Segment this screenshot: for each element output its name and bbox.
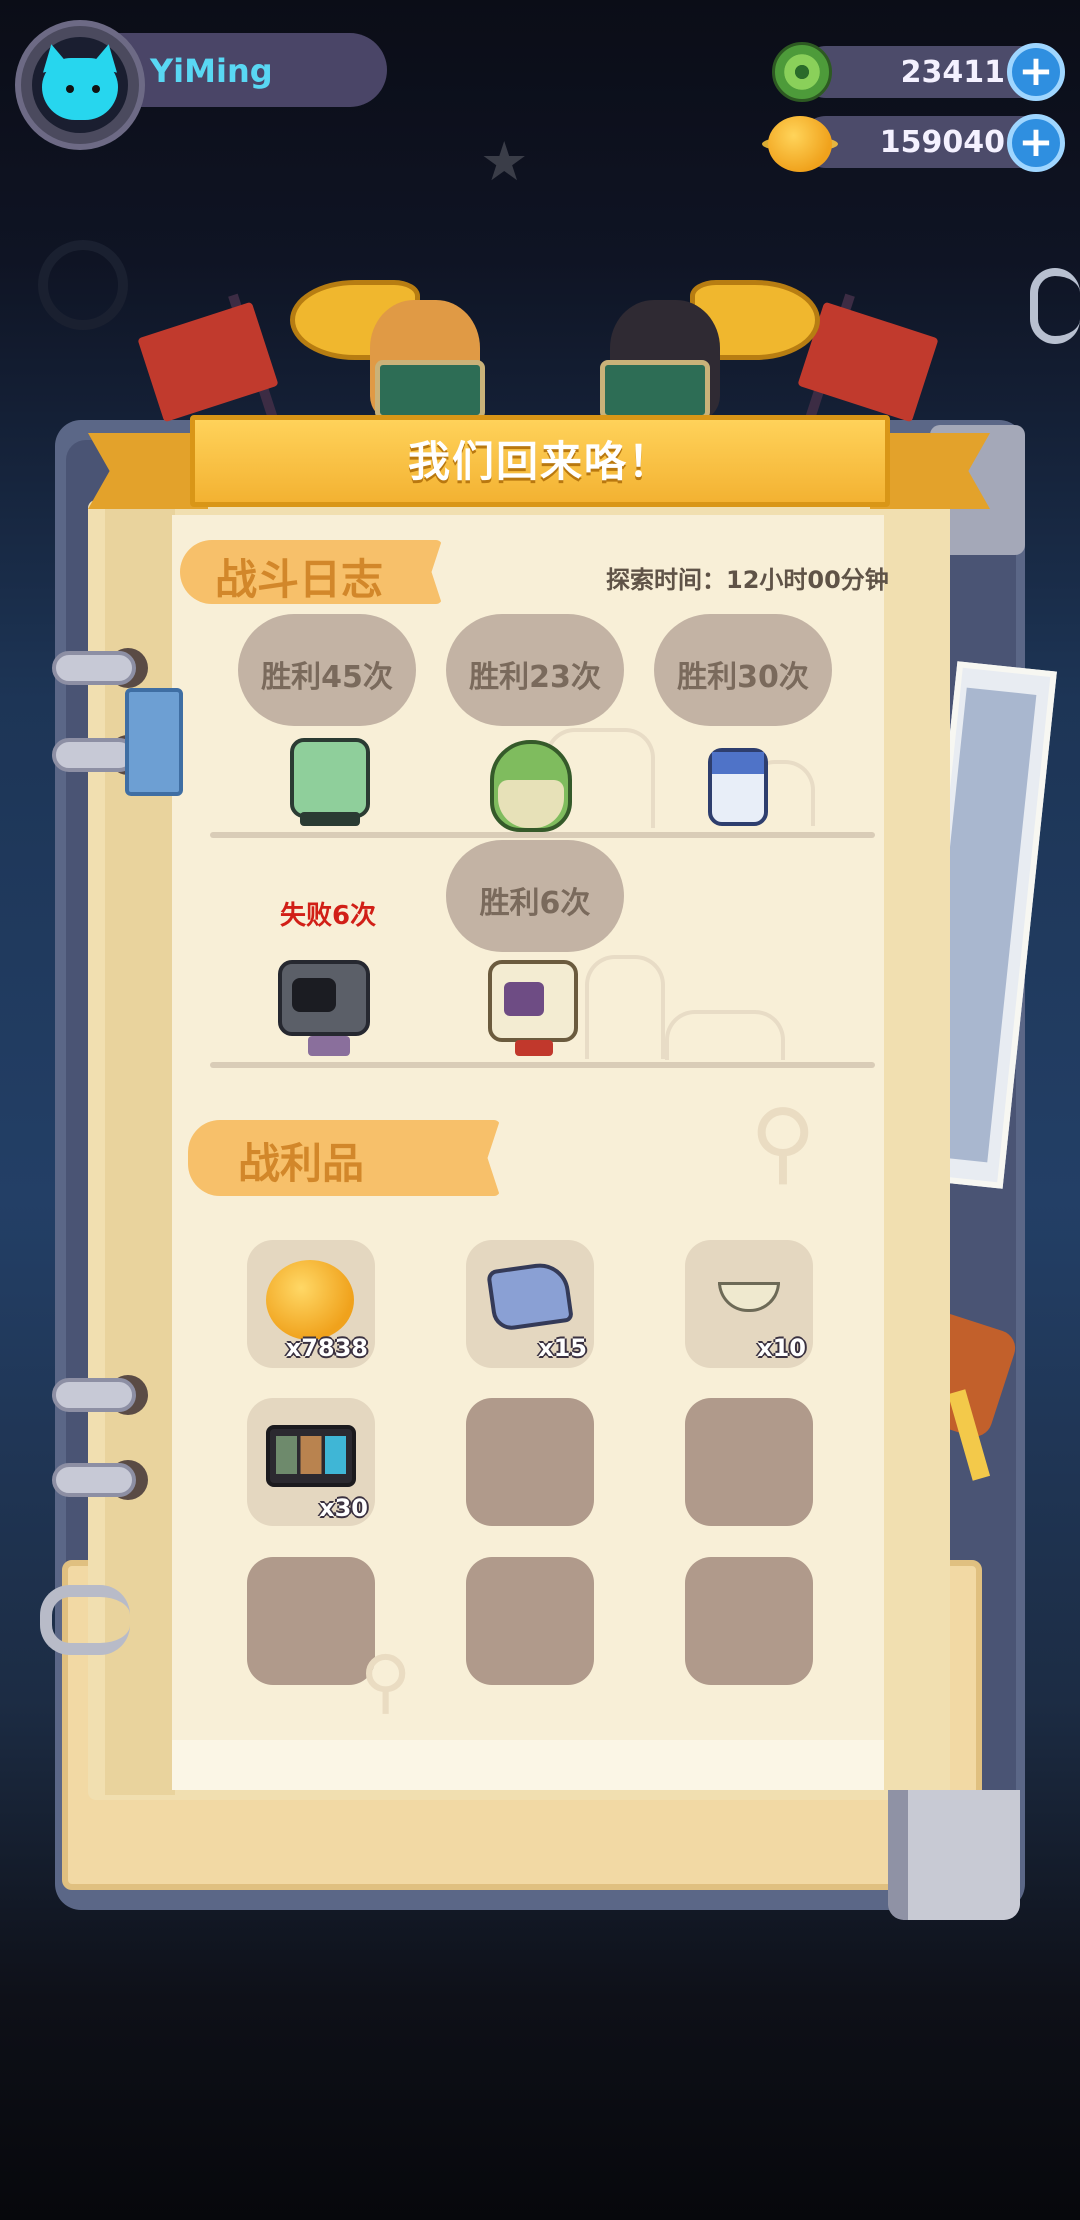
avatar-eye-left [66,85,74,93]
empty-loot-slot [247,1557,375,1685]
gem-icon [772,42,832,102]
binder-ring [52,651,136,685]
explore-time: 探索时间：12小时00分钟 [606,566,889,594]
lose-result-text: 失败6次 [280,901,377,931]
result-text: 胜利30次 [677,660,809,695]
background-bottom-nav [40,2160,1040,2200]
avatar-eye-right [92,85,100,93]
add-gem-button[interactable]: + [1007,43,1065,101]
tv-screen [504,982,544,1016]
loot-qty: x10 [757,1334,806,1362]
star-icon: ★ [480,130,529,193]
loot-qty: x30 [319,1494,368,1522]
loot-qty: x15 [538,1334,587,1362]
result-text: 胜利6次 [479,886,591,921]
cat-avatar-icon [42,58,118,120]
flag-left-icon [137,301,279,423]
background-gear-icon [38,240,128,330]
carton-stripe [712,752,764,774]
binder-ring [52,1378,136,1412]
binder-ring [52,1463,136,1497]
shelf-bush [585,955,665,1059]
paper-clip-icon [40,1585,130,1655]
fish-bone-decoration-icon: ⚲ [360,1640,412,1722]
camera-lens [292,978,336,1012]
empty-loot-slot [466,1557,594,1685]
coin-value: 159040 [879,125,1005,160]
tv-feet [515,1040,553,1056]
side-hook-icon[interactable] [1030,268,1080,344]
monster-feet [300,812,360,826]
loot-title: 战利品 [238,1139,365,1188]
result-text: 胜利23次 [469,660,601,695]
green-robot-monster-icon[interactable] [290,738,370,818]
shelf-bush [665,1010,785,1060]
drum-right-icon [600,360,710,420]
empty-loot-slot [466,1398,594,1526]
banner-title: 我们回来咯！ [407,437,672,486]
drum-left-icon [375,360,485,420]
shelf-line [210,832,875,838]
photo-card-thumbs [276,1436,346,1474]
add-coin-button[interactable]: + [1007,114,1065,172]
binder-clip-icon [125,688,183,796]
robot-legs [308,1036,350,1056]
coin-loot-icon [266,1260,354,1340]
loot-qty: x7838 [285,1334,368,1362]
binder-ring [52,738,136,772]
fish-bone-decoration-icon: ⚲ [750,1090,816,1195]
result-text: 胜利45次 [261,660,393,695]
gem-value: 23411 [900,55,1005,90]
battle-log-title: 战斗日志 [215,555,384,604]
empty-loot-slot [685,1557,813,1685]
page-torn-bottom [172,1740,884,1790]
coin-icon [768,116,832,172]
shelf-line [210,1062,875,1068]
empty-loot-slot [685,1398,813,1526]
player-name: YiMing [150,52,273,90]
corner-clip-bottom [888,1790,1020,1920]
